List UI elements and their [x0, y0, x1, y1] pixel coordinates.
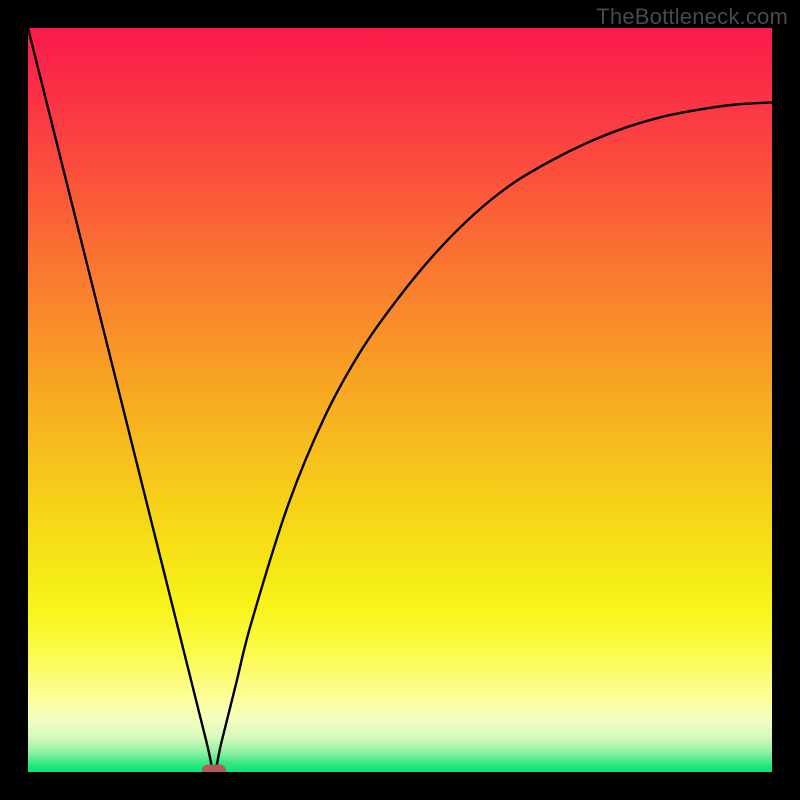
chart-container: TheBottleneck.com [0, 0, 800, 800]
plot-area [28, 28, 772, 772]
minimum-marker [202, 765, 226, 773]
watermark-text: TheBottleneck.com [596, 4, 788, 30]
chart-background [28, 28, 772, 772]
chart-svg [28, 28, 772, 772]
